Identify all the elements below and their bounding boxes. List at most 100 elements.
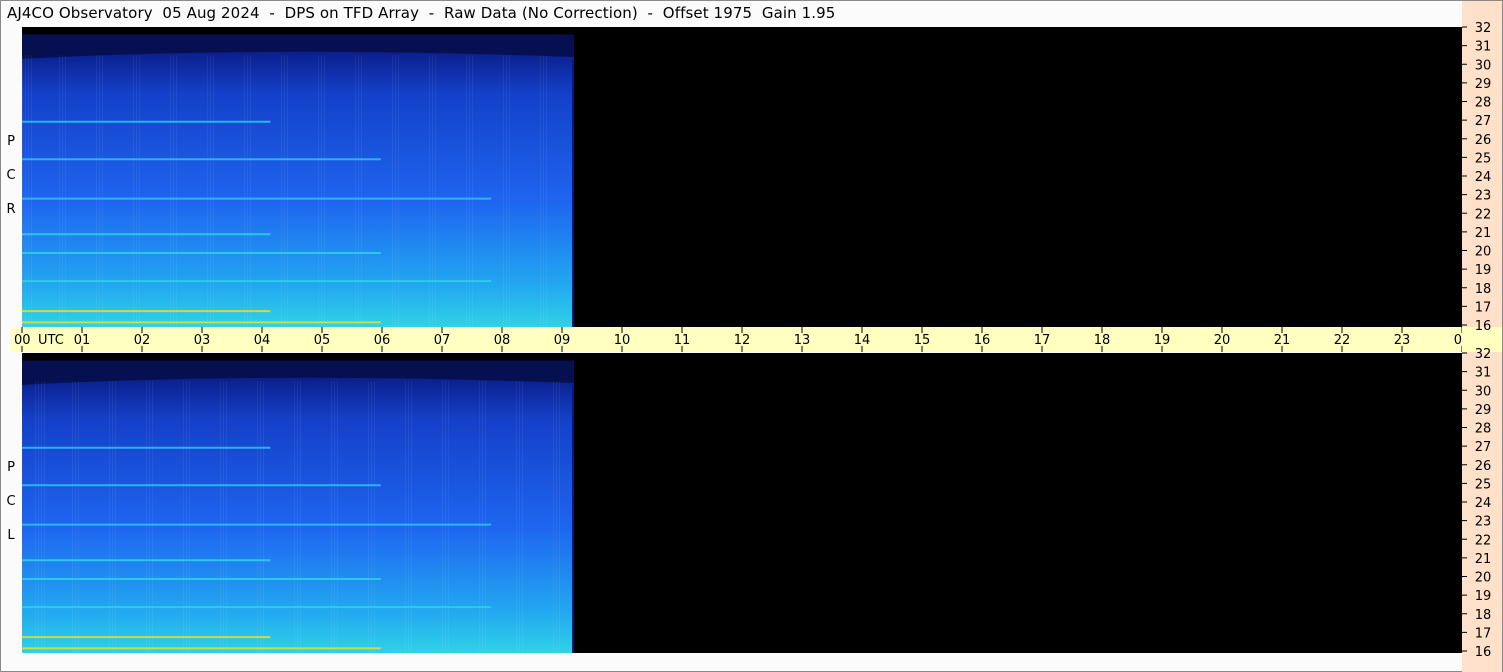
spectrogram-window: AJ4CO Observatory 05 Aug 2024 - DPS on T… xyxy=(0,0,1503,672)
spectrogram-column xyxy=(395,55,396,327)
time-tick-label: 23 xyxy=(1394,333,1411,348)
spectrogram-column xyxy=(223,381,224,653)
lcp-label: P C L xyxy=(4,451,18,553)
spectrogram-column xyxy=(109,381,110,653)
spectrogram-column xyxy=(522,381,523,653)
spectrogram-column xyxy=(112,381,113,653)
time-tick-label: 22 xyxy=(1334,333,1351,348)
spectrogram-column xyxy=(115,381,116,653)
data-end-edge xyxy=(572,58,574,327)
time-tick-label: 07 xyxy=(434,333,451,348)
spectrogram-column xyxy=(374,381,375,653)
freq-tick-label: 23 xyxy=(1475,515,1492,530)
time-tick-label: 13 xyxy=(794,333,811,348)
spectrogram-column xyxy=(411,381,412,653)
spectrogram-column xyxy=(284,55,285,327)
spectrogram-column xyxy=(334,381,335,653)
spectrogram-column xyxy=(556,381,557,653)
spectrogram-column xyxy=(146,381,147,653)
time-tick-label: 12 xyxy=(734,333,751,348)
spectrogram-column xyxy=(432,55,433,327)
spectrogram-column xyxy=(257,381,258,653)
freq-tick-label: 28 xyxy=(1475,96,1492,111)
freq-tick-label: 23 xyxy=(1475,189,1492,204)
spectrogram-column xyxy=(31,55,32,327)
spectrogram-column xyxy=(405,381,406,653)
freq-tick-label: 16 xyxy=(1475,319,1492,334)
spectrogram-column xyxy=(260,381,261,653)
freq-tick-label: 20 xyxy=(1475,245,1492,260)
spectrogram-column xyxy=(99,55,100,327)
time-tick-label: 01 xyxy=(74,333,91,348)
time-tick-label: 02 xyxy=(134,333,151,348)
spectrogram-column xyxy=(516,381,517,653)
spectrogram-column xyxy=(170,55,171,327)
rcp-letter-c: C xyxy=(6,168,16,183)
spectrogram-column xyxy=(62,55,63,327)
spectrogram-column xyxy=(368,381,369,653)
freq-tick-label: 25 xyxy=(1475,477,1492,492)
freq-tick-label: 32 xyxy=(1475,347,1492,362)
time-tick-label: 04 xyxy=(254,333,271,348)
spectrogram-column xyxy=(213,55,214,327)
spectrogram-column xyxy=(448,381,449,653)
spectrogram-column xyxy=(355,55,356,327)
spectrogram-column xyxy=(22,55,23,327)
spectrogram-column xyxy=(149,381,150,653)
spectrogram-column xyxy=(186,381,187,653)
time-tick-label: 14 xyxy=(854,333,871,348)
freq-tick-label: 16 xyxy=(1475,645,1492,660)
rfi-band xyxy=(22,280,492,283)
time-tick-label: 06 xyxy=(374,333,391,348)
time-tick-label: 16 xyxy=(974,333,991,348)
spectrogram-column xyxy=(466,55,467,327)
lcp-letter-c: C xyxy=(6,494,16,509)
freq-tick-label: 19 xyxy=(1475,263,1492,278)
rcp-letter-r: P xyxy=(7,134,15,149)
freq-tick-label: 24 xyxy=(1475,170,1492,185)
freq-tick-label: 21 xyxy=(1475,552,1492,567)
spectrogram-column xyxy=(263,381,264,653)
freq-tick-label: 26 xyxy=(1475,459,1492,474)
spectrogram-column xyxy=(485,381,486,653)
rfi-band xyxy=(22,647,381,650)
spectrogram-column xyxy=(479,381,480,653)
spectrogram-column xyxy=(38,381,39,653)
spectrogram-column xyxy=(250,55,251,327)
spectrogram-column xyxy=(152,381,153,653)
spectrogram-column xyxy=(540,55,541,327)
spectrogram-column xyxy=(318,55,319,327)
rfi-band xyxy=(22,446,271,449)
freq-tick-label: 19 xyxy=(1475,589,1492,604)
spectrogram-column xyxy=(519,381,520,653)
spectrogram-column xyxy=(72,381,73,653)
spectrogram-column xyxy=(321,55,322,327)
rcp-spectrogram-canvas xyxy=(22,34,574,327)
spectrogram-column xyxy=(469,55,470,327)
lcp-letter-p: P xyxy=(7,460,15,475)
freq-tick-label: 18 xyxy=(1475,282,1492,297)
spectrogram-column xyxy=(392,55,393,327)
freq-tick-label: 30 xyxy=(1475,58,1492,73)
spectrogram-column xyxy=(102,55,103,327)
freq-tick-label: 26 xyxy=(1475,133,1492,148)
freq-tick-label: 29 xyxy=(1475,403,1492,418)
lcp-frequency-ticks: 16 17 18 19 20 21 22 23 24 25 26 27 28 29 30 31 32 xyxy=(1462,347,1492,660)
rfi-band xyxy=(22,233,271,236)
freq-tick-label: 18 xyxy=(1475,608,1492,623)
freq-tick-label: 29 xyxy=(1475,77,1492,92)
spectrogram-column xyxy=(324,55,325,327)
spectrogram-column xyxy=(189,381,190,653)
time-tick-label: 20 xyxy=(1214,333,1231,348)
spectrogram-column xyxy=(294,381,295,653)
freq-tick-label: 32 xyxy=(1475,21,1492,36)
data-end-edge xyxy=(572,384,574,653)
spectrogram-column xyxy=(337,381,338,653)
rfi-band xyxy=(22,252,381,254)
spectrogram-column xyxy=(482,381,483,653)
freq-tick-label: 25 xyxy=(1475,151,1492,166)
spectrogram-column xyxy=(371,381,372,653)
spectrogram-column xyxy=(442,381,443,653)
rfi-band xyxy=(22,321,381,324)
rfi-band xyxy=(22,606,492,609)
